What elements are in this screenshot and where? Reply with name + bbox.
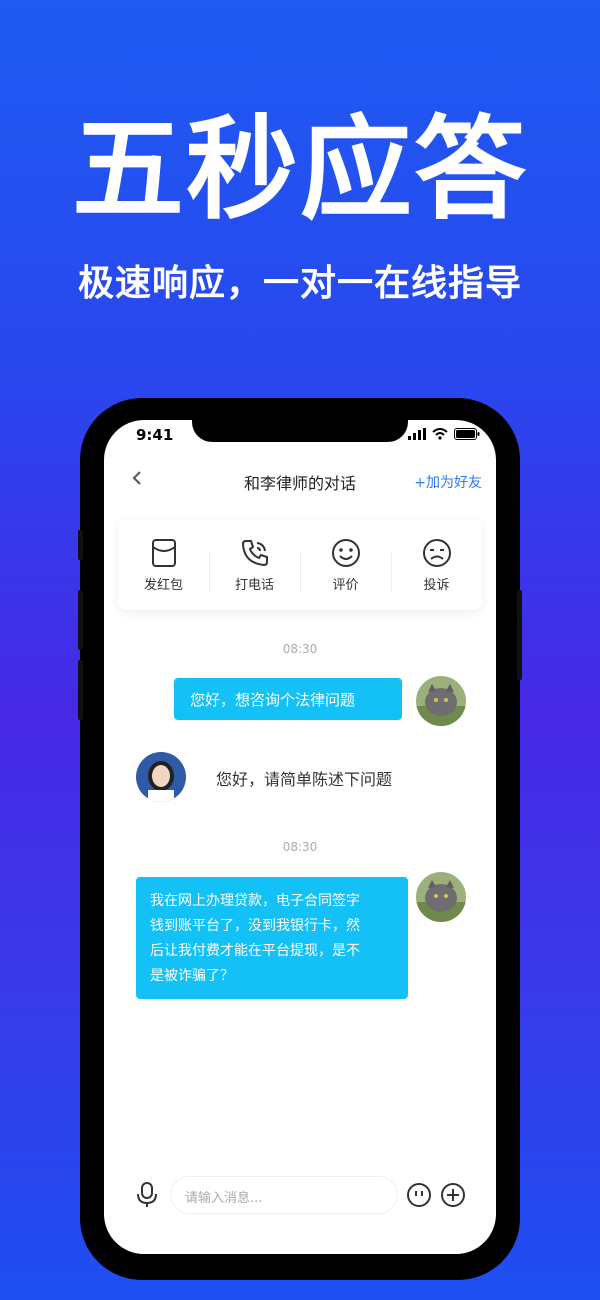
phone-side-button <box>78 660 83 720</box>
nav-bar: 和李律师的对话 +加为好友 <box>104 460 496 500</box>
message-timestamp: 08:30 <box>282 840 318 854</box>
message-text-line: 钱到账平台了，没到我银行卡，然 <box>150 918 360 934</box>
action-label: 打电话 <box>234 577 274 593</box>
phone-side-button <box>517 590 522 680</box>
lawyer-avatar[interactable] <box>136 752 186 802</box>
emoji-icon[interactable] <box>406 1182 432 1212</box>
action-red-packet[interactable]: 发红包 <box>118 538 209 593</box>
message-bubble-outgoing: 我在网上办理贷款，电子合同签字 钱到账平台了，没到我银行卡，然 后让我付费才能在… <box>136 877 408 999</box>
message-timestamp: 08:30 <box>282 642 318 656</box>
action-label: 发红包 <box>143 577 183 593</box>
message-bubble-incoming: 您好，请简单陈述下问题 <box>216 766 392 790</box>
add-friend-button[interactable]: +加为好友 <box>414 472 482 492</box>
message-input[interactable]: 请输入消息... <box>170 1176 398 1214</box>
message-text: 您好，想咨询个法律问题 <box>190 691 356 709</box>
microphone-icon[interactable] <box>136 1182 158 1212</box>
signal-icon <box>408 428 426 440</box>
red-packet-icon <box>151 538 176 567</box>
promo-headline: 五秒应答 <box>72 105 528 235</box>
message-bubble-outgoing: 您好，想咨询个法律问题 <box>174 678 402 720</box>
quick-actions: 发红包 打电话 评价 投诉 <box>118 520 482 610</box>
action-rate[interactable]: 评价 <box>300 538 391 593</box>
phone-icon <box>241 539 268 566</box>
message-text-line: 是被诈骗了？ <box>150 968 234 984</box>
user-avatar[interactable] <box>416 676 466 726</box>
message-text-line: 我在网上办理贷款，电子合同签字 <box>150 893 360 909</box>
smile-icon <box>331 538 360 567</box>
promo-subline: 极速响应，一对一在线指导 <box>77 263 522 304</box>
message-text: 您好，请简单陈述下问题 <box>216 770 393 789</box>
status-icons <box>408 428 480 440</box>
action-complain[interactable]: 投诉 <box>391 538 482 593</box>
notch <box>192 420 408 442</box>
wifi-icon <box>432 428 448 440</box>
plus-icon[interactable] <box>440 1182 466 1212</box>
phone-side-button <box>78 590 83 650</box>
phone-side-button <box>78 530 83 560</box>
action-call[interactable]: 打电话 <box>209 538 300 593</box>
action-label: 评价 <box>332 577 359 593</box>
message-text-line: 后让我付费才能在平台提现，是不 <box>150 943 360 959</box>
frown-icon <box>422 538 451 567</box>
battery-icon <box>454 428 480 440</box>
action-label: 投诉 <box>423 577 450 593</box>
user-avatar[interactable] <box>416 872 466 922</box>
status-time: 9:41 <box>136 426 174 444</box>
phone-screen: 9:41 和李律师的对话 +加为好友 发红包 打电话 评价 投诉 08:30 您… <box>104 420 496 1254</box>
message-input-bar: 请输入消息... <box>104 1172 496 1218</box>
